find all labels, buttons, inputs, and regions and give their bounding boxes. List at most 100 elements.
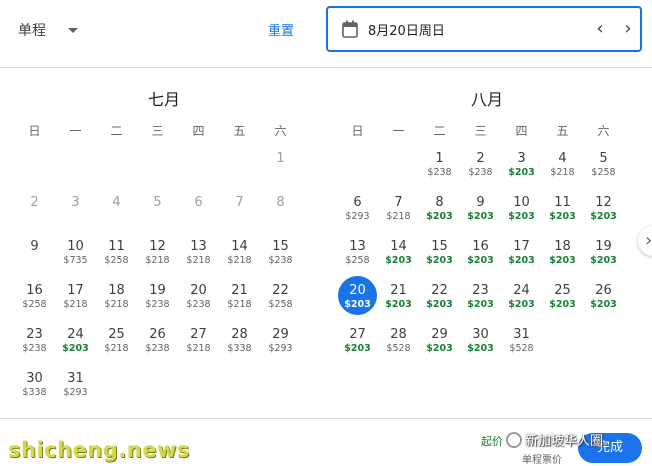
departure-date-field[interactable]: 8月20日周日 ‹ ›	[326, 6, 642, 52]
day-cell[interactable]: 24 $203	[55, 325, 96, 369]
day-cell[interactable]: 12 $218	[137, 237, 178, 281]
day-cell[interactable]: 14 $218	[219, 237, 260, 281]
day-number: 16	[472, 239, 489, 254]
watermark-label: 新加坡华人圈	[525, 434, 604, 449]
day-cell[interactable]: 7 $218	[378, 193, 419, 237]
chevron-right-icon[interactable]: ›	[618, 19, 638, 39]
weekday-label: 日	[351, 124, 364, 138]
day-number: 30	[26, 371, 43, 386]
day-number: 28	[390, 327, 407, 342]
weekday-header: 日一二三四五六	[14, 122, 314, 139]
day-number: 17	[513, 239, 530, 254]
day-price: $203	[426, 299, 453, 310]
day-cell[interactable]: 15 $203	[419, 237, 460, 281]
day-cell[interactable]: 25 $218	[96, 325, 137, 369]
day-cell[interactable]: 27 $203	[337, 325, 378, 369]
day-cell[interactable]: 23 $238	[14, 325, 55, 369]
day-price: $203	[508, 211, 535, 222]
day-price: $203	[467, 255, 494, 266]
day-cell: 2	[14, 193, 55, 237]
day-number: 31	[513, 327, 530, 342]
day-cell[interactable]: 9 $203	[460, 193, 501, 237]
day-cell[interactable]: 23 $203	[460, 281, 501, 325]
day-number: 18	[108, 283, 125, 298]
day-cell[interactable]: 5 $258	[583, 149, 624, 193]
chevron-left-icon[interactable]: ‹	[590, 19, 610, 39]
day-cell[interactable]: 19 $238	[137, 281, 178, 325]
weekday-label: 五	[233, 124, 246, 138]
day-cell[interactable]: 26 $238	[137, 325, 178, 369]
day-cell[interactable]: 18 $218	[96, 281, 137, 325]
day-cell[interactable]: 16 $203	[460, 237, 501, 281]
day-price: $218	[63, 299, 88, 310]
day-cell[interactable]: 22 $203	[419, 281, 460, 325]
day-cell[interactable]: 21 $218	[219, 281, 260, 325]
day-price: $203	[590, 255, 617, 266]
day-cell[interactable]: 21 $203	[378, 281, 419, 325]
day-cell[interactable]: 13 $258	[337, 237, 378, 281]
day-number: 28	[231, 327, 248, 342]
month-title: 七月	[147, 90, 180, 109]
empty-cell	[178, 149, 219, 193]
day-price: $203	[549, 255, 576, 266]
day-cell[interactable]: 17 $218	[55, 281, 96, 325]
day-cell[interactable]: 20 $238	[178, 281, 219, 325]
day-cell[interactable]: 18 $203	[542, 237, 583, 281]
day-cell[interactable]: 11 $203	[542, 193, 583, 237]
calendar-icon	[342, 20, 358, 38]
day-cell[interactable]: 4 $218	[542, 149, 583, 193]
day-cell[interactable]: 25 $203	[542, 281, 583, 325]
day-cell[interactable]: 6 $293	[337, 193, 378, 237]
day-number: 31	[67, 371, 84, 386]
day-price: $218	[186, 255, 211, 266]
day-cell[interactable]: 11 $258	[96, 237, 137, 281]
day-cell[interactable]: 30 $203	[460, 325, 501, 369]
day-cell-selected[interactable]: 20 $203	[337, 276, 378, 325]
reset-button[interactable]: 重置	[268, 20, 294, 39]
day-cell[interactable]: 30 $338	[14, 369, 55, 413]
day-cell[interactable]: 16 $258	[14, 281, 55, 325]
day-cell: 3	[55, 193, 96, 237]
day-cell[interactable]: 10 $203	[501, 193, 542, 237]
day-cell[interactable]: 31 $528	[501, 325, 542, 369]
day-cell[interactable]: 31 $293	[55, 369, 96, 413]
day-cell[interactable]: 26 $203	[583, 281, 624, 325]
day-price: $203	[344, 343, 371, 354]
day-cell[interactable]: 8 $203	[419, 193, 460, 237]
weekday-label: 二	[110, 124, 123, 138]
day-number: 3	[517, 151, 526, 166]
day-number: 14	[231, 239, 248, 254]
day-cell[interactable]: 17 $203	[501, 237, 542, 281]
day-price: $258	[345, 255, 370, 266]
day-number: 23	[26, 327, 43, 342]
day-cell[interactable]: 28 $338	[219, 325, 260, 369]
day-number: 1	[276, 151, 285, 166]
day-number: 8	[435, 195, 444, 210]
day-cell[interactable]: 14 $203	[378, 237, 419, 281]
trip-type-dropdown[interactable]: 单程	[18, 20, 78, 40]
day-cell[interactable]: 27 $218	[178, 325, 219, 369]
day-price: $238	[268, 255, 293, 266]
day-cell[interactable]: 2 $238	[460, 149, 501, 193]
empty-cell	[219, 149, 260, 193]
day-cell[interactable]: 22 $258	[260, 281, 301, 325]
day-cell[interactable]: 12 $203	[583, 193, 624, 237]
day-cell[interactable]: 15 $238	[260, 237, 301, 281]
day-price: $218	[186, 343, 211, 354]
month-august: 八月 日一二三四五六 1 $238 2 $238 3 $203 4 $218 5 $258 6 $29…	[337, 86, 637, 369]
day-cell[interactable]: 9	[14, 237, 55, 281]
day-cell[interactable]: 24 $203	[501, 281, 542, 325]
day-cell[interactable]: 10 $735	[55, 237, 96, 281]
day-cell[interactable]: 29 $293	[260, 325, 301, 369]
day-number: 11	[554, 195, 571, 210]
day-cell[interactable]: 28 $528	[378, 325, 419, 369]
day-price: $528	[509, 343, 534, 354]
chevron-right-icon[interactable]	[638, 226, 652, 256]
day-cell[interactable]: 19 $203	[583, 237, 624, 281]
day-cell[interactable]: 13 $218	[178, 237, 219, 281]
day-cell[interactable]: 1 $238	[419, 149, 460, 193]
day-cell[interactable]: 3 $203	[501, 149, 542, 193]
day-cell[interactable]: 29 $203	[419, 325, 460, 369]
day-price: $203	[467, 211, 494, 222]
day-number: 14	[390, 239, 407, 254]
